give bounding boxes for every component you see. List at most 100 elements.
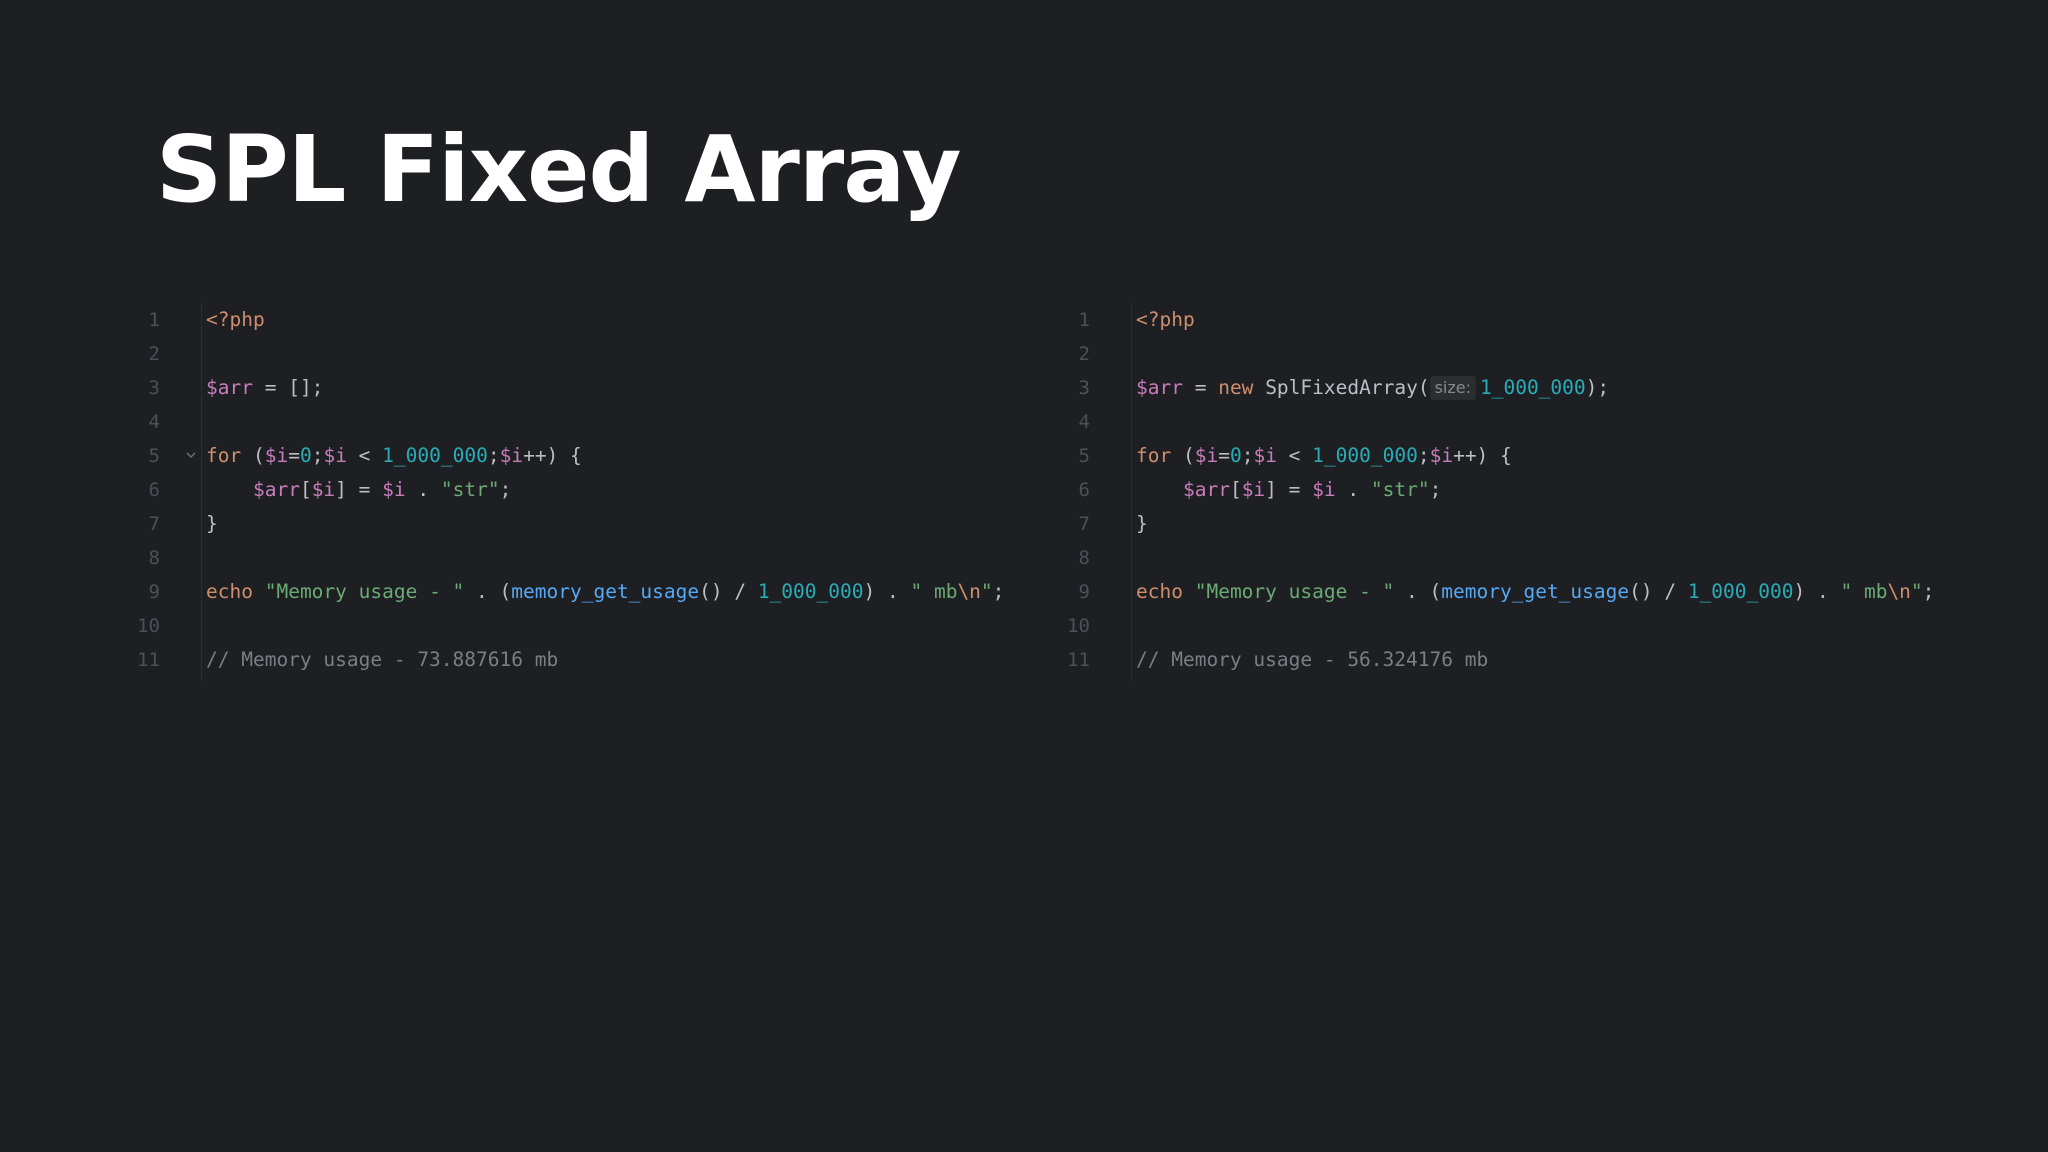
code-line-6: $arr[$i] = $i . "str"; xyxy=(206,473,511,507)
code-line-1: <?php xyxy=(1136,303,1195,337)
function-call: memory_get_usage xyxy=(1441,580,1630,603)
code-line-1: <?php xyxy=(206,303,265,337)
string: "str" xyxy=(440,478,500,501)
punctuation: ); xyxy=(1585,376,1610,399)
operator: < xyxy=(1276,444,1313,467)
line-number: 10 xyxy=(1067,615,1090,637)
variable: $i xyxy=(264,444,289,467)
punctuation: ( xyxy=(1171,444,1195,467)
keyword: for xyxy=(1136,444,1172,467)
variable: $i xyxy=(311,478,336,501)
operator: = xyxy=(1218,444,1230,467)
number: 1_000_000 xyxy=(1687,580,1794,603)
code-line-5: for ($i=0;$i < 1_000_000;$i++) { xyxy=(206,439,582,473)
code-line-11: // Memory usage - 73.887616 mb xyxy=(206,643,558,677)
keyword: echo xyxy=(1136,580,1183,603)
operator: . xyxy=(1335,478,1371,501)
line-number: 5 xyxy=(148,445,160,467)
variable: $arr xyxy=(206,376,253,399)
string: "Memory usage - " xyxy=(264,580,465,603)
php-open-tag: <?php xyxy=(1136,308,1195,331)
line-number: 6 xyxy=(148,479,160,501)
line-number: 11 xyxy=(137,649,160,671)
punctuation: [ xyxy=(1229,478,1242,501)
punctuation: ( xyxy=(1417,376,1430,399)
number: 0 xyxy=(1229,444,1242,467)
escape-sequence: \n xyxy=(1887,580,1911,603)
number: 0 xyxy=(299,444,312,467)
operator: ) . xyxy=(1793,580,1841,603)
operator: . ( xyxy=(1394,580,1442,603)
function-call: memory_get_usage xyxy=(511,580,700,603)
code-line-9: echo "Memory usage - " . (memory_get_usa… xyxy=(206,575,1004,609)
line-number: 2 xyxy=(148,343,160,365)
escape-sequence: \n xyxy=(957,580,981,603)
gutter-divider xyxy=(201,303,202,681)
code-line-7: } xyxy=(1136,507,1148,541)
number: 1_000_000 xyxy=(757,580,864,603)
punctuation: ; xyxy=(1241,444,1254,467)
operator: < xyxy=(346,444,383,467)
variable: $i xyxy=(1429,444,1454,467)
punctuation: ++) { xyxy=(523,444,582,467)
php-open-tag: <?php xyxy=(206,308,265,331)
code-editor-left[interactable]: 1 2 3 4 5 6 7 8 9 10 11 <?php $arr = [];… xyxy=(110,303,1030,683)
string: "Memory usage - " xyxy=(1194,580,1395,603)
variable: $arr xyxy=(1182,478,1230,501)
operator: . ( xyxy=(464,580,512,603)
variable: $arr xyxy=(252,478,300,501)
string: " mb xyxy=(910,580,958,603)
operator: = xyxy=(1276,478,1313,501)
punctuation: ; xyxy=(1922,580,1935,603)
line-number: 9 xyxy=(1078,581,1090,603)
line-number: 8 xyxy=(148,547,160,569)
gutter-divider xyxy=(1131,303,1132,681)
code-editor-right[interactable]: 1 2 3 4 5 6 7 8 9 10 11 <?php $arr = new… xyxy=(1040,303,1970,683)
keyword: for xyxy=(206,444,242,467)
punctuation: ] xyxy=(335,478,347,501)
parameter-hint: size: xyxy=(1429,376,1476,400)
code-line-9: echo "Memory usage - " . (memory_get_usa… xyxy=(1136,575,1934,609)
class-name: SplFixedArray xyxy=(1265,376,1418,399)
code-line-3: $arr = []; xyxy=(206,371,323,405)
operator: = xyxy=(252,376,289,399)
variable: $arr xyxy=(1136,376,1183,399)
string: " xyxy=(980,580,993,603)
variable: $i xyxy=(1241,478,1266,501)
punctuation: ; xyxy=(487,444,500,467)
variable: $i xyxy=(382,478,406,501)
variable: $i xyxy=(499,444,524,467)
line-number: 1 xyxy=(148,309,160,331)
punctuation: ; xyxy=(1417,444,1430,467)
chevron-down-icon[interactable] xyxy=(186,450,196,460)
number: 1_000_000 xyxy=(1312,444,1418,467)
line-number: 9 xyxy=(148,581,160,603)
number: 1_000_000 xyxy=(1479,376,1586,399)
line-number: 10 xyxy=(137,615,160,637)
string: "str" xyxy=(1370,478,1430,501)
comment: // Memory usage - 56.324176 mb xyxy=(1136,648,1489,671)
operator: . xyxy=(405,478,441,501)
operator: () / xyxy=(699,580,758,603)
line-number: 3 xyxy=(1078,377,1090,399)
line-number: 7 xyxy=(1078,513,1090,535)
keyword: new xyxy=(1218,376,1254,399)
line-number: 2 xyxy=(1078,343,1090,365)
variable: $i xyxy=(1312,478,1336,501)
line-number: 1 xyxy=(1078,309,1090,331)
variable: $i xyxy=(323,444,347,467)
line-number: 4 xyxy=(1078,411,1090,433)
punctuation: ; xyxy=(1429,478,1442,501)
punctuation: ; xyxy=(992,580,1005,603)
variable: $i xyxy=(1253,444,1277,467)
punctuation: ( xyxy=(241,444,265,467)
keyword: echo xyxy=(206,580,253,603)
string: " mb xyxy=(1840,580,1888,603)
punctuation: [ xyxy=(299,478,312,501)
code-line-11: // Memory usage - 56.324176 mb xyxy=(1136,643,1488,677)
